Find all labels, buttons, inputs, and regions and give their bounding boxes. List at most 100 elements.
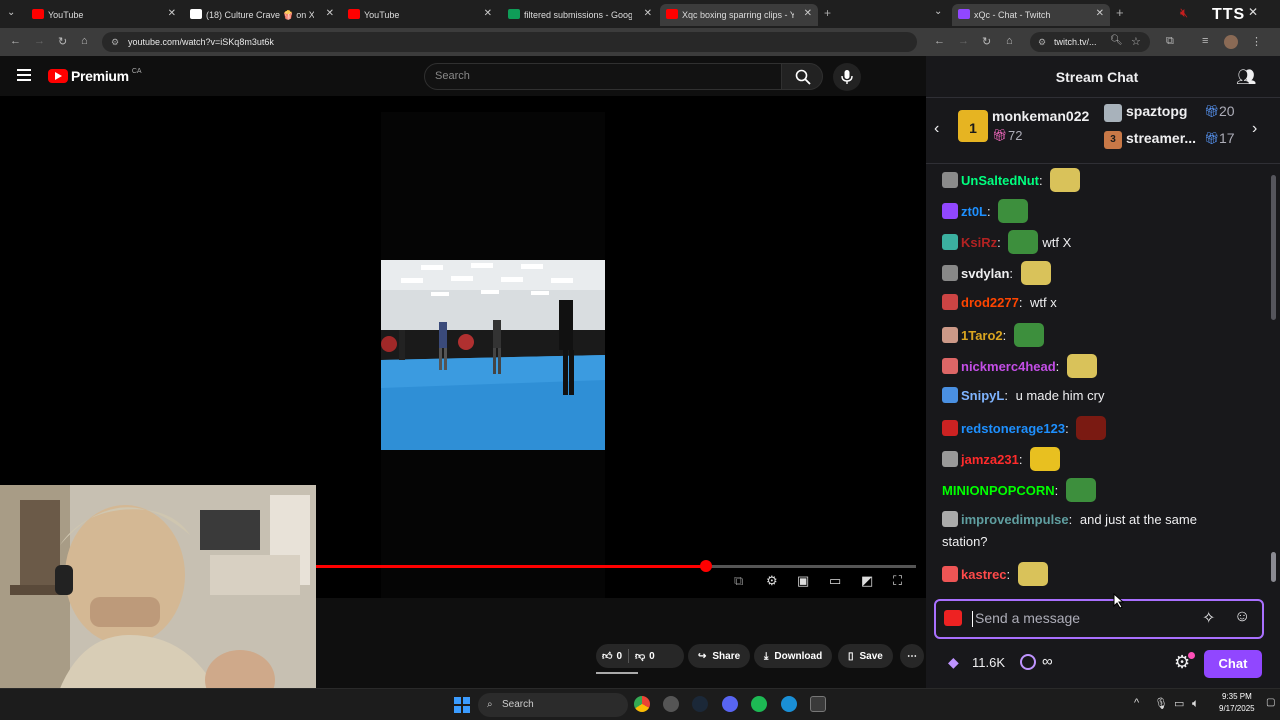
close-icon[interactable]: ✕ [168,8,176,19]
chat-message[interactable]: drod2277: wtf x [942,292,1242,314]
chat-emote-icon[interactable] [1050,168,1081,192]
chat-emote-icon[interactable] [1030,447,1061,471]
progress-scrubber[interactable] [700,560,712,572]
chevron-right-icon[interactable]: › [1252,120,1257,138]
dislike-button[interactable]: 👎︎ 0 [635,650,655,663]
chevron-left-icon[interactable]: ‹ [934,120,939,138]
tab-list-chevron-icon[interactable]: ⌄ [934,6,942,17]
bookmark-star-icon[interactable]: ☆ [1131,35,1141,48]
avatar[interactable] [1224,35,1238,49]
site-info-icon[interactable]: ⚙ [111,32,119,52]
close-icon[interactable]: ✕ [484,8,492,19]
zoom-icon[interactable]: 🔍︎ [1110,35,1123,46]
chat-message-list[interactable]: UnSaltedNut: zt0L: KsiRz: wtf Xsvdylan: … [926,165,1268,595]
gifter-3[interactable]: 3 streamer... 🎁︎ 17 [1104,129,1254,153]
chat-username[interactable]: UnSaltedNut [961,173,1039,188]
hamburger-menu-icon[interactable] [17,69,31,81]
user-badge-icon[interactable] [942,265,958,281]
media-icon[interactable]: ≡ [1202,35,1208,47]
chat-username[interactable]: SnipyL [961,388,1004,403]
user-badge-icon[interactable] [942,358,958,374]
tab-youtube-2[interactable]: YouTube ✕ [342,4,498,26]
forward-icon[interactable]: → [34,35,45,47]
chat-message[interactable]: improvedimpulse: and just at the same st… [942,509,1242,553]
gifter-1[interactable]: 1 monkeman022 🎁︎ 72 [958,108,1108,152]
reload-icon[interactable]: ↻ [982,35,991,48]
taskbar-search[interactable]: ⌕ Search [478,693,628,717]
close-icon[interactable]: ✕ [1096,8,1104,19]
user-badge-icon[interactable] [942,234,958,250]
reload-icon[interactable]: ↻ [58,35,67,48]
user-badge-icon[interactable] [942,451,958,467]
chat-username[interactable]: svdylan [961,266,1009,281]
user-badge-icon[interactable] [942,294,958,310]
chat-message[interactable]: 1Taro2: [942,323,1242,347]
network-icon[interactable]: ▭ [1174,697,1184,710]
chat-message[interactable]: redstonerage123: [942,416,1242,440]
chat-scrollbar[interactable] [1271,175,1276,320]
home-icon[interactable]: ⌂ [1006,35,1013,47]
spotify-icon[interactable] [751,696,767,712]
captions-icon[interactable]: ⧉ [734,573,743,589]
chat-message[interactable]: MINIONPOPCORN: [942,478,1242,502]
kebab-menu-icon[interactable]: ⋮ [1251,35,1262,48]
mic-tray-icon[interactable]: 🎙︎ [1154,697,1168,710]
chat-username[interactable]: nickmerc4head [961,359,1056,374]
chat-message[interactable]: KsiRz: wtf X [942,230,1242,254]
notifications-icon[interactable]: ▢ [1266,697,1275,708]
close-icon[interactable]: ✕ [804,8,812,19]
search-input[interactable]: Search [424,63,782,90]
chat-username[interactable]: jamza231 [961,452,1019,467]
chat-scrollbar-thumb[interactable] [1271,552,1276,582]
clock-time[interactable]: 9:35 PM [1222,692,1252,701]
share-button[interactable]: ↪ Share [688,644,751,668]
obs-icon[interactable] [663,696,679,712]
chat-send-button[interactable]: Chat [1204,650,1262,678]
forward-icon[interactable]: → [958,35,969,47]
url-field[interactable]: ⚙ youtube.com/watch?v=iSKq8m3ut6k [102,32,917,52]
chat-message[interactable]: SnipyL: u made him cry [942,385,1242,407]
emote-picker-icon[interactable]: ☺ [1234,608,1250,626]
fullscreen-icon[interactable]: ⛶ [893,573,902,589]
chrome-icon[interactable] [634,696,650,712]
chat-message[interactable]: kastrec: [942,562,1242,586]
chat-emote-icon[interactable] [1017,562,1048,586]
search-button[interactable] [781,63,823,90]
start-button[interactable] [454,697,470,713]
home-icon[interactable]: ⌂ [81,35,88,47]
voice-search-button[interactable] [833,63,861,91]
chat-username[interactable]: 1Taro2 [961,328,1003,343]
tray-chevron-icon[interactable]: ^ [1134,697,1139,709]
miniplayer-icon[interactable]: ▣ [797,573,809,589]
tab-google-sheets[interactable]: filtered submissions - Google S ✕ [502,4,658,26]
chat-message[interactable]: jamza231: [942,447,1242,471]
edge-icon[interactable] [781,696,797,712]
tab-twitch-chat[interactable]: xQc - Chat - Twitch ✕ [952,4,1110,26]
chat-message[interactable]: zt0L: [942,199,1242,223]
extensions-icon[interactable]: ⧉ [1166,35,1174,48]
chat-emote-icon[interactable] [1065,478,1096,502]
chat-emote-icon[interactable] [1008,230,1039,254]
chat-emote-icon[interactable] [1066,354,1097,378]
user-badge-icon[interactable] [942,387,958,403]
calculator-icon[interactable] [810,696,826,712]
tab-culture-crave[interactable]: (18) Culture Crave 🍿 on X: "Al ✕ [184,4,340,26]
user-badge-icon[interactable] [942,511,958,527]
channel-points-icon[interactable]: ◆ [948,654,959,671]
youtube-premium-logo[interactable]: Premium CA [48,68,142,84]
close-icon[interactable]: ✕ [326,8,334,19]
more-actions-button[interactable]: ⋯ [900,644,924,668]
window-close-icon[interactable]: ✕ [1248,5,1258,19]
chat-emote-icon[interactable] [998,199,1029,223]
user-badge-icon[interactable] [942,172,958,188]
close-icon[interactable]: ✕ [644,8,652,19]
new-tab-icon[interactable]: + [824,6,831,20]
user-badge-icon[interactable] [942,327,958,343]
user-badge-icon[interactable] [942,420,958,436]
chat-username[interactable]: improvedimpulse [961,512,1069,527]
site-info-icon[interactable]: ⚙ [1038,32,1046,52]
download-button[interactable]: ⤓ Download [754,644,833,668]
new-tab-icon[interactable]: + [1116,5,1124,20]
tab-xqc-boxing[interactable]: Xqc boxing sparring clips - You ✕ [660,4,818,26]
chat-message[interactable]: svdylan: [942,261,1242,285]
